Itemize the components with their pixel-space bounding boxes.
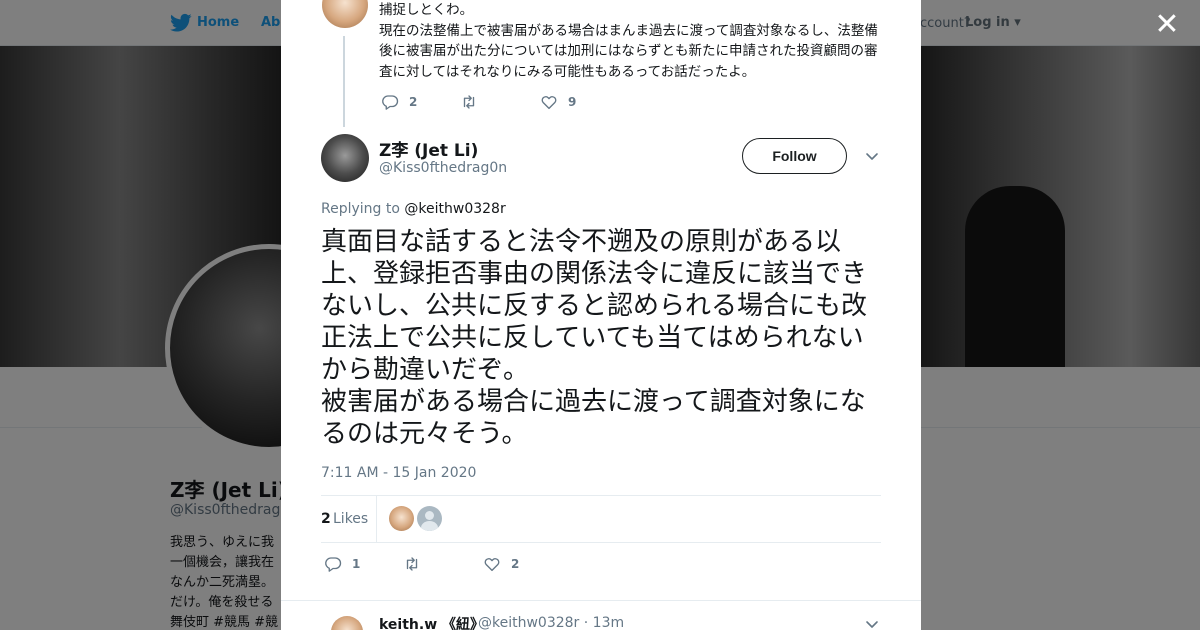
like-count: 9 [568, 95, 577, 109]
follow-button[interactable]: Follow [742, 138, 847, 174]
replying-handle-link[interactable]: @keithw0328r [404, 201, 505, 217]
heart-icon [484, 558, 500, 572]
previous-tweet-avatar[interactable] [322, 0, 368, 28]
retweet-action[interactable] [403, 555, 431, 573]
reply-action[interactable]: 1 [324, 555, 360, 573]
reply-action[interactable]: 2 [381, 93, 417, 111]
like-count: 2 [511, 557, 520, 571]
chevron-down-icon[interactable] [865, 618, 879, 630]
likes-count[interactable]: 2 [321, 511, 331, 527]
reply-author-name[interactable]: keith.w 《紐》 [379, 614, 484, 630]
reply-count: 1 [352, 557, 361, 571]
retweet-action[interactable] [460, 93, 488, 111]
author-handle[interactable]: @Kiss0fthedrag0n [379, 160, 507, 176]
tweet-text-line: 真面目な話すると法令不遡及の原則がある以上、登録拒否事由の関係法令に違反に該当で… [321, 227, 868, 385]
close-icon[interactable]: ✕ [1152, 10, 1182, 40]
previous-tweet-text: 捕捉しとくわ。 現在の法整備上で被害届がある場合はまんま過去に渡って調査対象なる… [379, 0, 879, 82]
thread-connector [343, 36, 345, 127]
author-avatar[interactable] [321, 134, 369, 182]
chevron-down-icon[interactable] [865, 150, 879, 162]
reply-icon [382, 95, 399, 110]
heart-icon [541, 96, 557, 110]
reply-icon [325, 557, 342, 572]
like-action[interactable]: 9 [540, 93, 576, 111]
retweet-icon [406, 557, 418, 571]
retweet-icon [463, 95, 475, 109]
reply-handle-time[interactable]: @keithw0328r · 13m [478, 615, 624, 630]
reply-count: 2 [409, 95, 418, 109]
replying-prefix: Replying to [321, 201, 400, 217]
tweet-modal: 捕捉しとくわ。 現在の法整備上で被害届がある場合はまんま過去に渡って調査対象なる… [281, 0, 921, 630]
stats-divider [376, 496, 377, 542]
tweet-text-line: 被害届がある場合に過去に渡って調査対象になるのは元々そう。 [321, 387, 866, 449]
tweet-stats: 2 Likes [321, 495, 881, 543]
replying-to: Replying to @keithw0328r [321, 201, 506, 217]
previous-tweet-line: 捕捉しとくわ。 [379, 2, 474, 18]
author-name[interactable]: Z李 (Jet Li) [379, 136, 478, 161]
liker-avatar[interactable] [389, 506, 414, 531]
likes-label[interactable]: Likes [333, 511, 368, 527]
like-action[interactable]: 2 [483, 555, 519, 573]
tweet-text: 真面目な話すると法令不遡及の原則がある以上、登録拒否事由の関係法令に違反に該当で… [321, 226, 886, 450]
previous-tweet-line: 現在の法整備上で被害届がある場合はまんま過去に渡って調査対象なるし、法整備後に被… [379, 22, 878, 80]
liker-avatar-default[interactable] [417, 506, 442, 531]
tweet-timestamp[interactable]: 7:11 AM - 15 Jan 2020 [321, 465, 476, 481]
